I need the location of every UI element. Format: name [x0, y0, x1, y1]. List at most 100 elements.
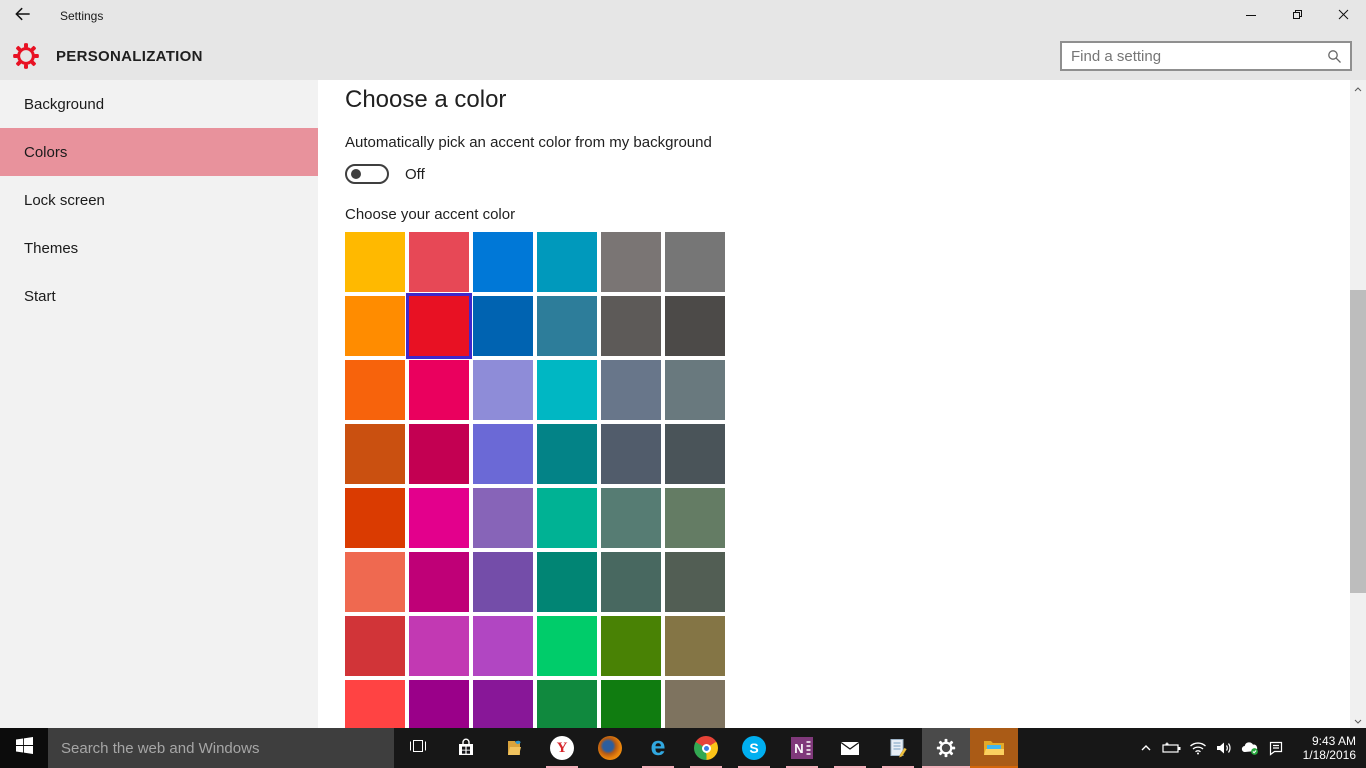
taskbar-searchbox[interactable]: [48, 728, 394, 768]
volume-icon[interactable]: [1211, 728, 1237, 768]
accent-color-swatch[interactable]: [409, 488, 469, 548]
taskbar-app-mail[interactable]: [826, 728, 874, 768]
accent-color-swatch[interactable]: [345, 360, 405, 420]
accent-color-swatch[interactable]: [409, 424, 469, 484]
accent-color-swatch[interactable]: [473, 296, 533, 356]
accent-color-swatch[interactable]: [665, 296, 725, 356]
auto-accent-toggle[interactable]: [345, 164, 389, 184]
wifi-icon[interactable]: [1185, 728, 1211, 768]
accent-color-swatch[interactable]: [665, 552, 725, 612]
chrome-icon: [694, 736, 718, 760]
accent-color-swatch[interactable]: [473, 616, 533, 676]
accent-color-swatch[interactable]: [665, 488, 725, 548]
accent-color-swatch[interactable]: [537, 296, 597, 356]
accent-color-swatch[interactable]: [537, 488, 597, 548]
accent-color-swatch[interactable]: [601, 424, 661, 484]
action-center-icon[interactable]: [1263, 728, 1289, 768]
accent-color-swatch[interactable]: [537, 552, 597, 612]
accent-color-swatch[interactable]: [473, 424, 533, 484]
back-arrow-icon: [13, 4, 33, 29]
taskbar-app-edge[interactable]: e: [634, 728, 682, 768]
accent-color-swatch[interactable]: [665, 680, 725, 728]
edge-icon: e: [650, 730, 666, 761]
taskbar-app-onenote[interactable]: N: [778, 728, 826, 768]
taskbar-app-firefox[interactable]: [586, 728, 634, 768]
accent-color-swatch[interactable]: [345, 680, 405, 728]
accent-color-swatch[interactable]: [537, 232, 597, 292]
accent-color-swatch[interactable]: [473, 488, 533, 548]
auto-accent-label: Automatically pick an accent color from …: [345, 134, 712, 151]
accent-color-swatch[interactable]: [473, 232, 533, 292]
sidebar-item-start[interactable]: Start: [0, 272, 318, 320]
find-setting-searchbox[interactable]: [1060, 41, 1352, 71]
taskbar-app-notepad[interactable]: [874, 728, 922, 768]
accent-color-swatch[interactable]: [345, 616, 405, 676]
sidebar-item-lock-screen[interactable]: Lock screen: [0, 176, 318, 224]
accent-color-swatch[interactable]: [537, 360, 597, 420]
content-pane: Choose a color Automatically pick an acc…: [318, 80, 1366, 728]
restore-button[interactable]: [1274, 0, 1320, 32]
taskbar-app-settings[interactable]: [922, 728, 970, 768]
accent-color-swatch[interactable]: [345, 296, 405, 356]
accent-color-swatch[interactable]: [473, 552, 533, 612]
taskbar-app-store[interactable]: [442, 728, 490, 768]
system-tray: 9:43 AM 1/18/2016: [1133, 728, 1366, 768]
scrollbar[interactable]: [1350, 80, 1366, 728]
accent-color-swatch[interactable]: [473, 680, 533, 728]
accent-color-swatch[interactable]: [601, 680, 661, 728]
sidebar-item-colors[interactable]: Colors: [0, 128, 318, 176]
accent-color-swatch[interactable]: [473, 360, 533, 420]
taskbar-app-yandex[interactable]: Y: [538, 728, 586, 768]
task-view-button[interactable]: [394, 728, 442, 768]
minimize-button[interactable]: [1228, 0, 1274, 32]
close-button[interactable]: [1320, 0, 1366, 32]
taskbar-app-folder-app[interactable]: [490, 728, 538, 768]
taskbar-search-input[interactable]: [48, 739, 394, 757]
start-button[interactable]: [0, 728, 48, 768]
accent-color-swatch[interactable]: [537, 616, 597, 676]
accent-color-swatch[interactable]: [409, 616, 469, 676]
chevron-up-icon[interactable]: [1133, 728, 1159, 768]
window-title: Settings: [60, 9, 104, 23]
accent-color-swatch-selected[interactable]: [406, 293, 472, 359]
taskbar-app-chrome[interactable]: [682, 728, 730, 768]
accent-color-swatch[interactable]: [601, 552, 661, 612]
sidebar-item-background[interactable]: Background: [0, 80, 318, 128]
onedrive-icon[interactable]: [1237, 728, 1263, 768]
accent-color-swatch[interactable]: [665, 232, 725, 292]
accent-color-swatch[interactable]: [345, 424, 405, 484]
accent-color-swatch[interactable]: [665, 616, 725, 676]
skype-icon: S: [742, 736, 766, 760]
accent-color-swatch[interactable]: [345, 488, 405, 548]
back-button[interactable]: [0, 0, 46, 32]
accent-color-grid: [345, 232, 725, 728]
accent-color-swatch[interactable]: [409, 552, 469, 612]
scrollbar-thumb[interactable]: [1350, 290, 1366, 593]
accent-color-swatch[interactable]: [537, 424, 597, 484]
accent-color-swatch[interactable]: [601, 296, 661, 356]
gear-icon: [12, 42, 40, 70]
accent-color-swatch[interactable]: [601, 616, 661, 676]
accent-color-swatch[interactable]: [601, 360, 661, 420]
accent-color-swatch[interactable]: [409, 680, 469, 728]
scroll-up-button[interactable]: [1350, 80, 1366, 96]
taskbar-app-file-explorer[interactable]: [970, 728, 1018, 768]
accent-color-swatch[interactable]: [601, 232, 661, 292]
accent-color-swatch[interactable]: [665, 360, 725, 420]
accent-color-swatch[interactable]: [345, 552, 405, 612]
battery-icon[interactable]: [1159, 728, 1185, 768]
sidebar-item-themes[interactable]: Themes: [0, 224, 318, 272]
taskbar-clock[interactable]: 9:43 AM 1/18/2016: [1294, 734, 1356, 762]
folder-app-icon: [503, 737, 525, 759]
task-view-icon: [408, 736, 428, 761]
taskbar-app-skype[interactable]: S: [730, 728, 778, 768]
accent-color-swatch[interactable]: [665, 424, 725, 484]
accent-color-swatch[interactable]: [409, 232, 469, 292]
accent-color-swatch[interactable]: [537, 680, 597, 728]
accent-color-swatch[interactable]: [409, 360, 469, 420]
search-input[interactable]: [1062, 47, 1326, 65]
accent-color-swatch[interactable]: [345, 232, 405, 292]
accent-color-swatch[interactable]: [601, 488, 661, 548]
yandex-icon: Y: [550, 736, 574, 760]
scroll-down-button[interactable]: [1350, 712, 1366, 728]
